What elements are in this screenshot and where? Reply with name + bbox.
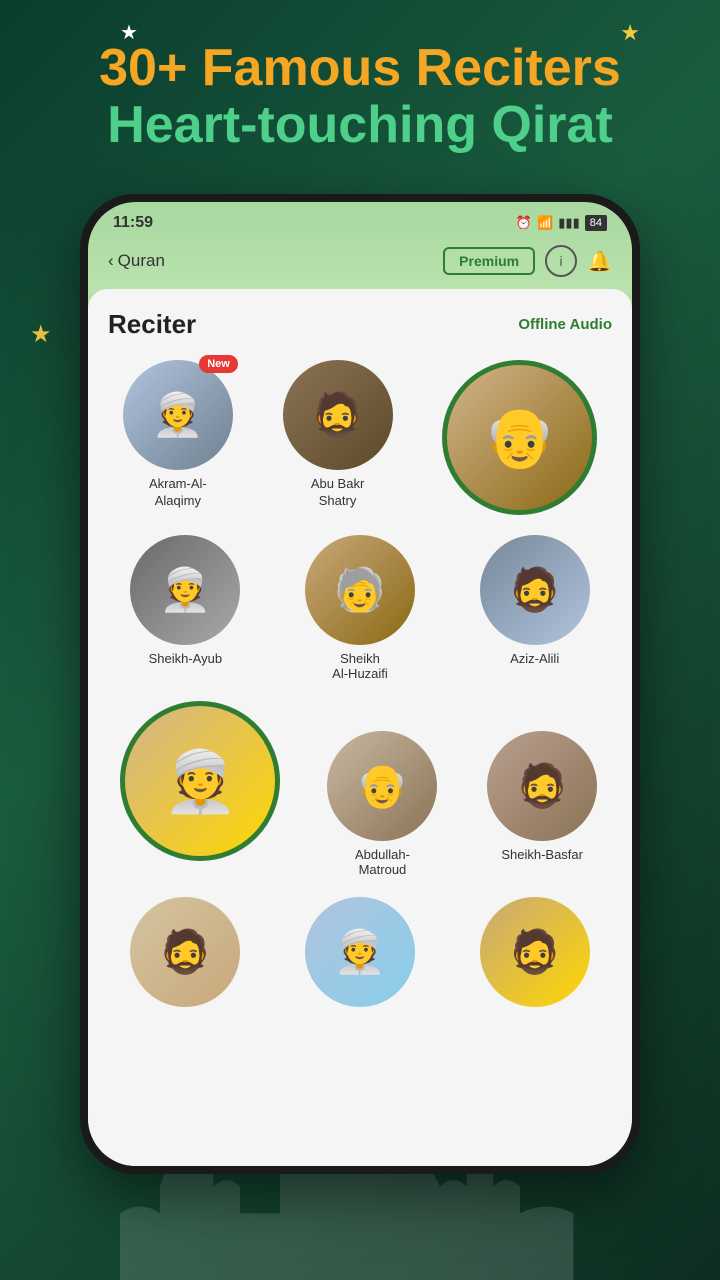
reciter-name-abu-bakr: Abu BakrShatry bbox=[311, 476, 364, 510]
reciter-row-2: 👳 Sheikh-Ayub 🧓 SheikhAl-Huzaifi 🧔 Aziz-… bbox=[103, 535, 617, 681]
avatar-aziz-alili: 🧔 bbox=[480, 535, 590, 645]
reciter-item[interactable]: 🧔 Sheikh-Basfar bbox=[467, 731, 617, 862]
avatar-akram: 👳 bbox=[123, 360, 233, 470]
avatar-sheikh-basfar: 🧔 bbox=[487, 731, 597, 841]
reciter-name-sheikh-huzaifi: SheikhAl-Huzaifi bbox=[332, 651, 388, 681]
avatar-reciter-10: 🧔 bbox=[130, 897, 240, 1007]
reciter-item[interactable]: 👴 Abdullah-Matroud bbox=[308, 731, 458, 877]
reciter-item[interactable]: 🧔 Abu BakrShatry bbox=[263, 360, 413, 510]
reciter-row-4: 🧔 👳 🧔 bbox=[103, 897, 617, 1007]
reciter-item[interactable]: 🧓 SheikhAl-Huzaifi bbox=[278, 535, 443, 681]
headline-line1: 30+ Famous Reciters bbox=[40, 40, 680, 97]
battery-icon: 84 bbox=[585, 215, 607, 231]
phone-frame: 11:59 ⏰ 📶 ▮▮▮ 84 ‹ Quran Premium i 🔔 bbox=[80, 194, 640, 1174]
avatar-sheikh-huzaifi: 🧓 bbox=[305, 535, 415, 645]
alarm-icon: ⏰ bbox=[516, 215, 532, 231]
reciter-item-featured-1[interactable]: 👴 bbox=[422, 360, 617, 515]
reciter-name-sheikh-ayub: Sheikh-Ayub bbox=[149, 651, 222, 666]
avatar-sheikh-ayub: 👳 bbox=[130, 535, 240, 645]
reciter-name-abdullah-matroud: Abdullah-Matroud bbox=[355, 847, 410, 877]
reciter-item[interactable]: 🧔 bbox=[452, 897, 617, 1007]
section-header: Reciter Offline Audio bbox=[103, 309, 617, 340]
wifi-icon: 📶 bbox=[537, 215, 553, 231]
avatar-featured-2: 👳 bbox=[120, 701, 280, 861]
back-button[interactable]: ‹ Quran bbox=[108, 251, 165, 271]
reciter-item[interactable]: 🧔 bbox=[103, 897, 268, 1007]
signal-icon: ▮▮▮ bbox=[558, 215, 579, 231]
reciter-item[interactable]: 👳 bbox=[278, 897, 443, 1007]
reciter-row-1: 👳 New Akram-Al-Alaqimy 🧔 Abu BakrShatry … bbox=[103, 360, 617, 515]
info-button[interactable]: i bbox=[545, 245, 577, 277]
offline-audio-link[interactable]: Offline Audio bbox=[518, 316, 612, 333]
reciter-item-featured-2[interactable]: 👳 bbox=[103, 701, 298, 861]
back-arrow-icon: ‹ bbox=[108, 251, 114, 271]
avatar-reciter-11: 👳 bbox=[305, 897, 415, 1007]
nav-bar: ‹ Quran Premium i 🔔 bbox=[88, 237, 632, 289]
reciter-name-akram: Akram-Al-Alaqimy bbox=[149, 476, 207, 510]
nav-right-actions: Premium i 🔔 bbox=[443, 245, 612, 277]
notification-bell-icon[interactable]: 🔔 bbox=[587, 249, 612, 274]
status-icons: ⏰ 📶 ▮▮▮ 84 bbox=[516, 215, 607, 231]
reciter-name-aziz-alili: Aziz-Alili bbox=[510, 651, 559, 666]
info-icon: i bbox=[560, 253, 563, 269]
avatar-reciter-12: 🧔 bbox=[480, 897, 590, 1007]
reciter-item[interactable]: 🧔 Aziz-Alili bbox=[452, 535, 617, 681]
reciter-name-sheikh-basfar: Sheikh-Basfar bbox=[501, 847, 583, 862]
avatar-featured-1: 👴 bbox=[442, 360, 597, 515]
reciter-item[interactable]: 👳 New Akram-Al-Alaqimy bbox=[103, 360, 253, 510]
avatar-abu-bakr: 🧔 bbox=[283, 360, 393, 470]
status-time: 11:59 bbox=[113, 214, 153, 232]
reciter-item[interactable]: 👳 Sheikh-Ayub bbox=[103, 535, 268, 681]
section-title: Reciter bbox=[108, 309, 196, 340]
premium-button[interactable]: Premium bbox=[443, 247, 535, 275]
reciter-row-3: 👳 👴 Abdullah-Matroud 🧔 Sheikh-Basfar bbox=[103, 701, 617, 877]
new-badge: New bbox=[199, 355, 238, 373]
content-area: Reciter Offline Audio 👳 New Akram-Al-Ala… bbox=[88, 289, 632, 1166]
status-bar: 11:59 ⏰ 📶 ▮▮▮ 84 bbox=[88, 202, 632, 237]
avatar-abdullah-matroud: 👴 bbox=[327, 731, 437, 841]
headline-section: 30+ Famous Reciters Heart-touching Qirat bbox=[0, 0, 720, 184]
phone-screen: 11:59 ⏰ 📶 ▮▮▮ 84 ‹ Quran Premium i 🔔 bbox=[88, 202, 632, 1166]
back-label: Quran bbox=[118, 251, 165, 271]
star-decoration-bottom-left: ★ bbox=[30, 320, 52, 349]
headline-line2: Heart-touching Qirat bbox=[40, 97, 680, 154]
